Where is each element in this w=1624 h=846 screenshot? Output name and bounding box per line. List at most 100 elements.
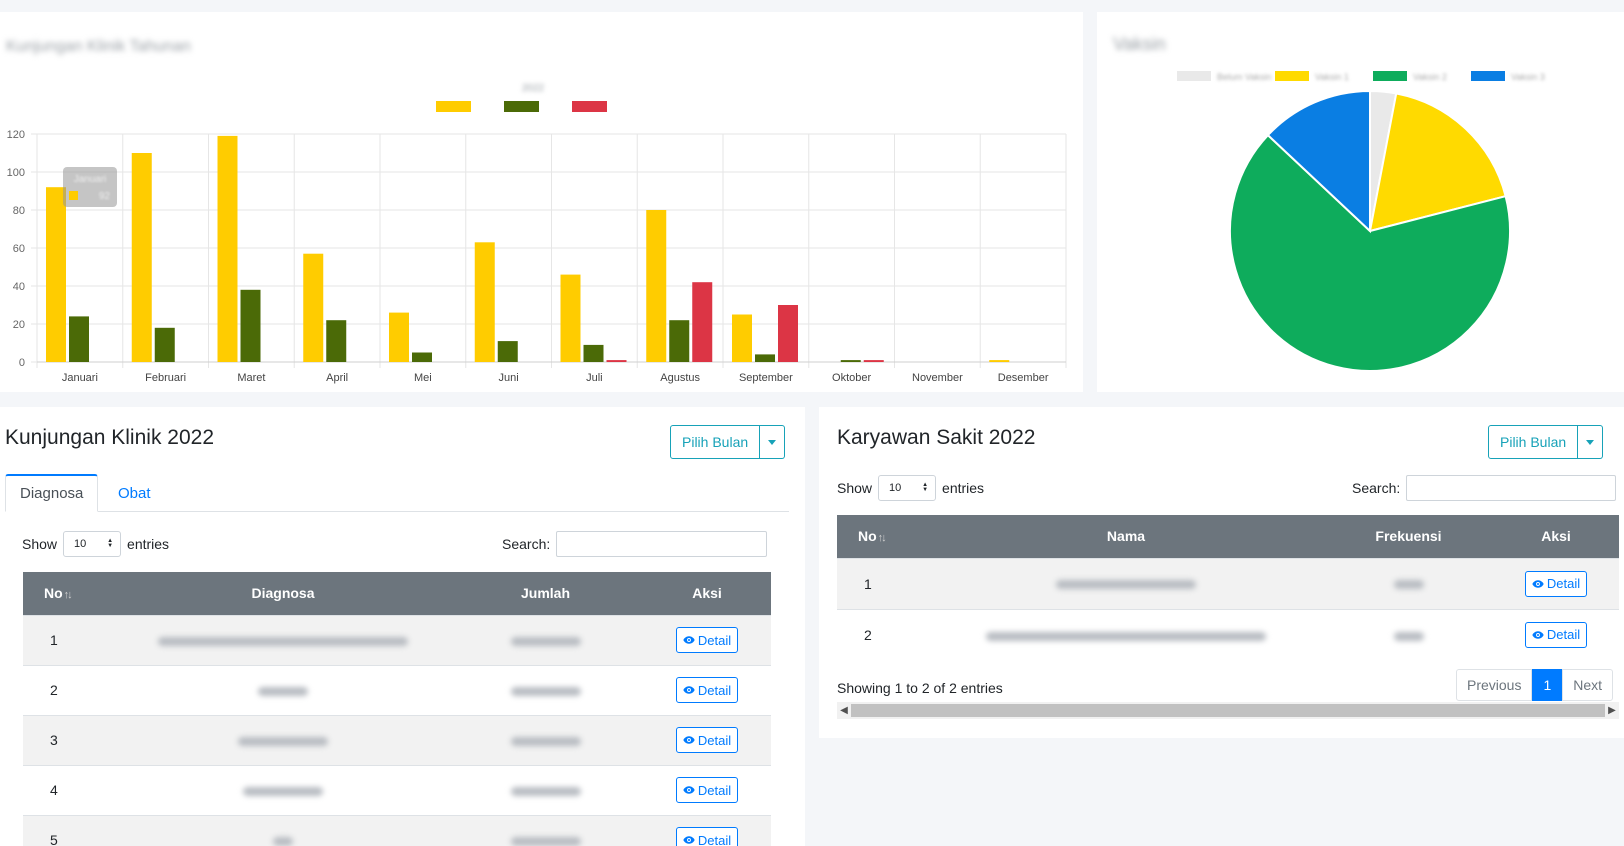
pie-chart-card: Vaksin Belum Vaksin Vaksin 1 Vaksin 2 Vaksi…: [1097, 12, 1624, 392]
detail-button[interactable]: Detail: [675, 777, 739, 803]
bar-februari-series-2[interactable]: [154, 327, 175, 362]
klinik-pilih-bulan-dropdown-toggle[interactable]: [760, 425, 786, 459]
bar-september-series-2[interactable]: [755, 354, 775, 362]
legend-swatch[interactable]: [1275, 71, 1309, 81]
table-row: 4 Detail: [23, 764, 771, 815]
bar-september-series-3[interactable]: [778, 305, 798, 362]
detail-button[interactable]: Detail: [675, 677, 739, 703]
sakit-search-input[interactable]: [1406, 475, 1617, 501]
legend-swatch[interactable]: [1177, 71, 1211, 81]
col-aksi[interactable]: Aksi: [643, 572, 771, 615]
klinik-search-input[interactable]: [556, 531, 768, 557]
col-aksi[interactable]: Aksi: [1493, 515, 1619, 558]
bar-april-series-1[interactable]: [303, 253, 324, 362]
col-no[interactable]: No↑↓: [837, 515, 928, 558]
previous-page-button[interactable]: Previous: [1456, 669, 1533, 701]
bar-agustus-series-2[interactable]: [669, 320, 690, 362]
y-tick-label: 0: [19, 357, 25, 369]
klinik-pilih-bulan-button[interactable]: Pilih Bulan: [670, 425, 761, 459]
detail-label: Detail: [697, 782, 732, 798]
x-tick-label: Januari: [62, 372, 98, 384]
cell-aksi: Detail: [1493, 557, 1619, 609]
col-frekuensi[interactable]: Frekuensi: [1324, 515, 1493, 558]
bar-april-series-2[interactable]: [326, 320, 347, 362]
legend-swatch[interactable]: [1373, 71, 1407, 81]
tab-diagnosa[interactable]: Diagnosa: [5, 474, 99, 512]
cell-aksi: Detail: [643, 714, 771, 765]
klinik-length-control: Show 10 ▲ ▼ entries: [22, 531, 169, 557]
cell-no: 2: [23, 664, 118, 715]
klinik-length-select[interactable]: 10 ▲ ▼: [63, 531, 122, 557]
length-value: 10: [74, 538, 87, 550]
detail-button[interactable]: Detail: [675, 827, 739, 846]
legend-swatch[interactable]: [572, 101, 607, 112]
row-number: 3: [50, 732, 58, 748]
next-page-button[interactable]: Next: [1562, 669, 1614, 701]
entries-label: entries: [942, 480, 985, 496]
redacted-text: [510, 636, 581, 646]
bar-agustus-series-1[interactable]: [646, 210, 667, 362]
sakit-horizontal-scrollbar[interactable]: ◀ ▶: [837, 702, 1619, 719]
y-tick-label: 80: [13, 205, 25, 217]
detail-button[interactable]: Detail: [675, 727, 739, 753]
detail-button[interactable]: Detail: [1524, 621, 1588, 648]
sakit-pilih-bulan-group: Pilih Bulan: [1488, 425, 1604, 459]
bar-oktober-series-3[interactable]: [863, 360, 884, 362]
scroll-right-icon[interactable]: ▶: [1605, 702, 1619, 719]
tab-obat[interactable]: Obat: [104, 474, 165, 512]
row-number: 4: [50, 782, 58, 798]
cell-redacted: [118, 614, 448, 665]
x-tick-label: Desember: [998, 372, 1049, 384]
cell-redacted: [448, 614, 643, 665]
bar-juli-series-2[interactable]: [583, 344, 604, 362]
bar-mei-series-2[interactable]: [412, 352, 432, 363]
bar-maret-series-2[interactable]: [240, 289, 261, 362]
bar-januari-series-1[interactable]: [46, 187, 66, 362]
col-no-label: No: [858, 528, 877, 545]
klinik-search-control: Search:: [502, 531, 768, 557]
bar-oktober-series-2[interactable]: [840, 360, 861, 362]
klinik-tabs: Diagnosa Obat: [5, 474, 789, 512]
bar-juli-series-1[interactable]: [560, 274, 581, 362]
cell-redacted: [928, 557, 1324, 609]
scroll-thumb[interactable]: [851, 704, 1605, 717]
bar-juli-series-3[interactable]: [606, 360, 627, 362]
x-tick-label: September: [739, 372, 793, 384]
table-row: 3 Detail: [23, 714, 771, 765]
bar-september-series-1[interactable]: [732, 314, 752, 363]
page-1-button[interactable]: 1: [1532, 669, 1563, 701]
cell-redacted: [928, 608, 1324, 660]
cell-redacted: [118, 814, 448, 846]
col-no-label: No: [44, 585, 63, 602]
x-tick-label: April: [326, 372, 348, 384]
bar-februari-series-1[interactable]: [131, 153, 152, 362]
sakit-pilih-bulan-dropdown-toggle[interactable]: [1578, 425, 1604, 459]
table-header-row: No↑↓ Nama Frekuensi Aksi: [837, 515, 1619, 558]
col-nama[interactable]: Nama: [928, 515, 1324, 558]
redacted-text: [510, 786, 581, 796]
detail-button[interactable]: Detail: [1524, 570, 1588, 597]
bar-juni-series-1[interactable]: [474, 242, 495, 362]
legend-swatch[interactable]: [1471, 71, 1505, 81]
col-diagnosa[interactable]: Diagnosa: [118, 572, 448, 615]
sakit-length-select[interactable]: 10 ▲ ▼: [878, 475, 937, 501]
col-no[interactable]: No↑↓: [23, 572, 118, 615]
search-label: Search:: [502, 536, 551, 552]
legend-swatch[interactable]: [436, 101, 471, 112]
bar-agustus-series-3[interactable]: [692, 282, 713, 362]
select-arrows-icon: ▲ ▼: [107, 538, 114, 549]
bar-juni-series-2[interactable]: [497, 341, 518, 362]
bar-januari-series-2[interactable]: [69, 316, 89, 362]
detail-button[interactable]: Detail: [675, 627, 739, 653]
legend-swatch[interactable]: [504, 101, 539, 112]
col-jumlah[interactable]: Jumlah: [448, 572, 643, 615]
sakit-length-control: Show 10 ▲ ▼ entries: [837, 475, 984, 501]
bar-mei-series-1[interactable]: [389, 312, 409, 362]
table-row: 2 Detail: [837, 608, 1619, 660]
bar-maret-series-1[interactable]: [217, 135, 238, 362]
scroll-left-icon[interactable]: ◀: [837, 702, 851, 719]
sakit-pilih-bulan-button[interactable]: Pilih Bulan: [1488, 425, 1579, 459]
bar-desember-series-1[interactable]: [989, 360, 1010, 362]
redacted-text: [238, 736, 328, 746]
cell-redacted: [118, 664, 448, 715]
